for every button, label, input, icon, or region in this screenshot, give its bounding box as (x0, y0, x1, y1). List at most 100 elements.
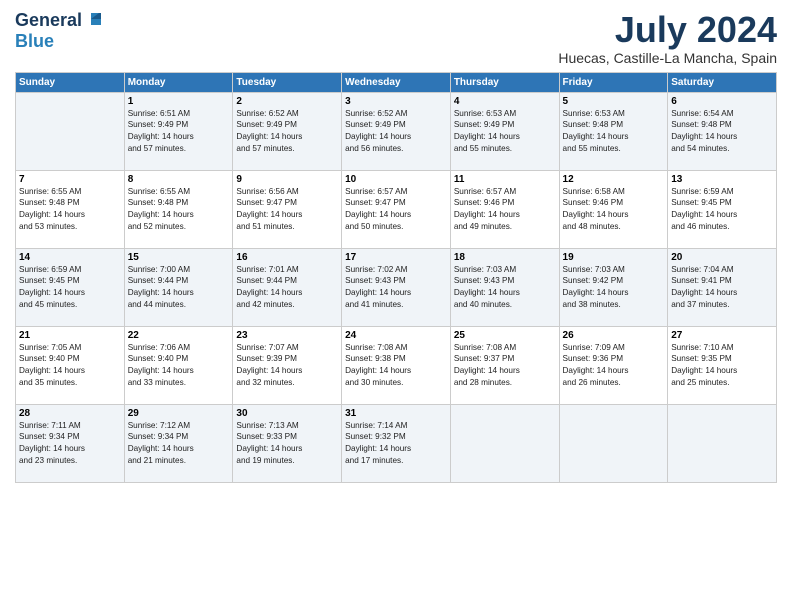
day-cell: 13Sunrise: 6:59 AMSunset: 9:45 PMDayligh… (668, 170, 777, 248)
day-info: Sunrise: 6:59 AMSunset: 9:45 PMDaylight:… (671, 186, 773, 234)
day-number: 14 (19, 252, 121, 263)
day-cell: 31Sunrise: 7:14 AMSunset: 9:32 PMDayligh… (342, 404, 451, 482)
day-number: 27 (671, 330, 773, 341)
day-cell: 25Sunrise: 7:08 AMSunset: 9:37 PMDayligh… (450, 326, 559, 404)
day-number: 31 (345, 408, 447, 419)
day-number: 1 (128, 96, 230, 107)
day-number: 18 (454, 252, 556, 263)
day-info: Sunrise: 6:55 AMSunset: 9:48 PMDaylight:… (19, 186, 121, 234)
day-cell: 19Sunrise: 7:03 AMSunset: 9:42 PMDayligh… (559, 248, 668, 326)
day-info: Sunrise: 6:51 AMSunset: 9:49 PMDaylight:… (128, 108, 230, 156)
day-cell: 14Sunrise: 6:59 AMSunset: 9:45 PMDayligh… (16, 248, 125, 326)
col-monday: Monday (124, 72, 233, 92)
day-number: 7 (19, 174, 121, 185)
day-number: 24 (345, 330, 447, 341)
logo-line1: General (15, 10, 101, 31)
day-number: 21 (19, 330, 121, 341)
col-sunday: Sunday (16, 72, 125, 92)
day-info: Sunrise: 6:55 AMSunset: 9:48 PMDaylight:… (128, 186, 230, 234)
day-cell: 2Sunrise: 6:52 AMSunset: 9:49 PMDaylight… (233, 92, 342, 170)
day-number: 8 (128, 174, 230, 185)
logo-general: General (15, 10, 82, 31)
day-info: Sunrise: 7:04 AMSunset: 9:41 PMDaylight:… (671, 264, 773, 312)
day-info: Sunrise: 7:09 AMSunset: 9:36 PMDaylight:… (563, 342, 665, 390)
day-number: 19 (563, 252, 665, 263)
col-wednesday: Wednesday (342, 72, 451, 92)
day-cell: 5Sunrise: 6:53 AMSunset: 9:48 PMDaylight… (559, 92, 668, 170)
day-cell: 24Sunrise: 7:08 AMSunset: 9:38 PMDayligh… (342, 326, 451, 404)
day-info: Sunrise: 7:06 AMSunset: 9:40 PMDaylight:… (128, 342, 230, 390)
day-info: Sunrise: 7:00 AMSunset: 9:44 PMDaylight:… (128, 264, 230, 312)
day-number: 16 (236, 252, 338, 263)
day-number: 13 (671, 174, 773, 185)
day-cell: 22Sunrise: 7:06 AMSunset: 9:40 PMDayligh… (124, 326, 233, 404)
day-cell: 1Sunrise: 6:51 AMSunset: 9:49 PMDaylight… (124, 92, 233, 170)
col-saturday: Saturday (668, 72, 777, 92)
header: General Blue July 2024 Huecas, Castille-… (15, 10, 777, 66)
day-info: Sunrise: 6:59 AMSunset: 9:45 PMDaylight:… (19, 264, 121, 312)
day-cell: 27Sunrise: 7:10 AMSunset: 9:35 PMDayligh… (668, 326, 777, 404)
day-cell (668, 404, 777, 482)
day-number: 17 (345, 252, 447, 263)
location: Huecas, Castille-La Mancha, Spain (558, 50, 777, 66)
day-info: Sunrise: 7:02 AMSunset: 9:43 PMDaylight:… (345, 264, 447, 312)
day-info: Sunrise: 7:14 AMSunset: 9:32 PMDaylight:… (345, 420, 447, 468)
day-cell: 18Sunrise: 7:03 AMSunset: 9:43 PMDayligh… (450, 248, 559, 326)
day-number: 15 (128, 252, 230, 263)
day-number: 22 (128, 330, 230, 341)
day-info: Sunrise: 6:57 AMSunset: 9:46 PMDaylight:… (454, 186, 556, 234)
day-cell: 29Sunrise: 7:12 AMSunset: 9:34 PMDayligh… (124, 404, 233, 482)
week-row-2: 14Sunrise: 6:59 AMSunset: 9:45 PMDayligh… (16, 248, 777, 326)
day-info: Sunrise: 6:52 AMSunset: 9:49 PMDaylight:… (236, 108, 338, 156)
day-info: Sunrise: 7:05 AMSunset: 9:40 PMDaylight:… (19, 342, 121, 390)
col-thursday: Thursday (450, 72, 559, 92)
day-cell: 26Sunrise: 7:09 AMSunset: 9:36 PMDayligh… (559, 326, 668, 404)
week-row-1: 7Sunrise: 6:55 AMSunset: 9:48 PMDaylight… (16, 170, 777, 248)
day-number: 10 (345, 174, 447, 185)
week-row-3: 21Sunrise: 7:05 AMSunset: 9:40 PMDayligh… (16, 326, 777, 404)
day-number: 28 (19, 408, 121, 419)
day-info: Sunrise: 7:11 AMSunset: 9:34 PMDaylight:… (19, 420, 121, 468)
day-info: Sunrise: 7:10 AMSunset: 9:35 PMDaylight:… (671, 342, 773, 390)
header-row: Sunday Monday Tuesday Wednesday Thursday… (16, 72, 777, 92)
day-cell (16, 92, 125, 170)
day-number: 5 (563, 96, 665, 107)
day-number: 26 (563, 330, 665, 341)
day-info: Sunrise: 6:57 AMSunset: 9:47 PMDaylight:… (345, 186, 447, 234)
page: General Blue July 2024 Huecas, Castille-… (0, 0, 792, 612)
day-info: Sunrise: 7:08 AMSunset: 9:38 PMDaylight:… (345, 342, 447, 390)
day-cell: 20Sunrise: 7:04 AMSunset: 9:41 PMDayligh… (668, 248, 777, 326)
day-cell: 17Sunrise: 7:02 AMSunset: 9:43 PMDayligh… (342, 248, 451, 326)
day-info: Sunrise: 7:07 AMSunset: 9:39 PMDaylight:… (236, 342, 338, 390)
day-number: 11 (454, 174, 556, 185)
day-number: 29 (128, 408, 230, 419)
day-cell (559, 404, 668, 482)
day-number: 25 (454, 330, 556, 341)
day-number: 4 (454, 96, 556, 107)
day-cell: 15Sunrise: 7:00 AMSunset: 9:44 PMDayligh… (124, 248, 233, 326)
day-cell: 6Sunrise: 6:54 AMSunset: 9:48 PMDaylight… (668, 92, 777, 170)
month-title: July 2024 (558, 10, 777, 50)
week-row-4: 28Sunrise: 7:11 AMSunset: 9:34 PMDayligh… (16, 404, 777, 482)
day-number: 30 (236, 408, 338, 419)
day-info: Sunrise: 7:12 AMSunset: 9:34 PMDaylight:… (128, 420, 230, 468)
day-info: Sunrise: 6:53 AMSunset: 9:49 PMDaylight:… (454, 108, 556, 156)
day-cell: 23Sunrise: 7:07 AMSunset: 9:39 PMDayligh… (233, 326, 342, 404)
day-info: Sunrise: 6:56 AMSunset: 9:47 PMDaylight:… (236, 186, 338, 234)
day-cell: 30Sunrise: 7:13 AMSunset: 9:33 PMDayligh… (233, 404, 342, 482)
day-info: Sunrise: 7:03 AMSunset: 9:43 PMDaylight:… (454, 264, 556, 312)
logo: General Blue (15, 10, 101, 52)
day-info: Sunrise: 6:58 AMSunset: 9:46 PMDaylight:… (563, 186, 665, 234)
day-info: Sunrise: 7:08 AMSunset: 9:37 PMDaylight:… (454, 342, 556, 390)
day-cell: 3Sunrise: 6:52 AMSunset: 9:49 PMDaylight… (342, 92, 451, 170)
day-info: Sunrise: 6:53 AMSunset: 9:48 PMDaylight:… (563, 108, 665, 156)
logo-blue: Blue (15, 31, 54, 51)
day-cell: 7Sunrise: 6:55 AMSunset: 9:48 PMDaylight… (16, 170, 125, 248)
day-number: 3 (345, 96, 447, 107)
day-cell: 9Sunrise: 6:56 AMSunset: 9:47 PMDaylight… (233, 170, 342, 248)
day-cell: 11Sunrise: 6:57 AMSunset: 9:46 PMDayligh… (450, 170, 559, 248)
col-tuesday: Tuesday (233, 72, 342, 92)
title-area: July 2024 Huecas, Castille-La Mancha, Sp… (558, 10, 777, 66)
week-row-0: 1Sunrise: 6:51 AMSunset: 9:49 PMDaylight… (16, 92, 777, 170)
day-info: Sunrise: 6:52 AMSunset: 9:49 PMDaylight:… (345, 108, 447, 156)
